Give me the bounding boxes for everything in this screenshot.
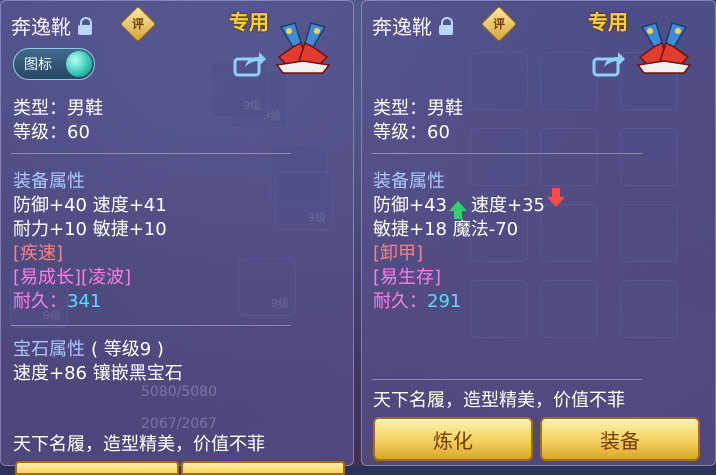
attr-line: 耐力+10 敏捷+10 — [13, 219, 167, 240]
item-tooltip-left: 奔逸靴 评 专用 图标 类型：男鞋 等级：60 装备属性 防御+40 速度+41… — [0, 0, 354, 475]
divider — [11, 325, 291, 326]
item-type: 类型：男鞋 — [13, 98, 103, 119]
bg-bar-text: 2067/2067 — [141, 416, 217, 432]
attr-line: 敏捷+18 魔法-70 — [373, 219, 519, 240]
gem-attr: 宝石属性 ( 等级9 ) — [13, 339, 164, 361]
defense-stat: 防御+43 — [373, 195, 447, 216]
item-level: 等级：60 — [373, 122, 450, 143]
rate-icon[interactable]: 评 — [480, 5, 518, 43]
button-partial[interactable] — [15, 461, 179, 475]
gem-level: ( 等级9 ) — [91, 339, 164, 360]
equip-attr-header: 装备属性 — [13, 171, 85, 192]
special-skill: [卸甲] — [373, 243, 424, 264]
toggle-knob — [66, 51, 92, 77]
special-effects: [易生存] — [373, 267, 442, 288]
divider — [11, 153, 291, 154]
refine-button[interactable]: 炼化 — [373, 417, 533, 461]
dedicated-badge: 专用 — [229, 10, 269, 34]
lock-icon — [438, 16, 454, 35]
share-icon[interactable] — [592, 51, 626, 77]
boots-icon — [275, 22, 331, 74]
durability-label: 耐久： — [13, 291, 67, 312]
button-partial[interactable] — [181, 461, 345, 475]
item-title: 奔逸靴 — [11, 11, 93, 40]
lock-icon — [77, 16, 93, 35]
item-type: 类型：男鞋 — [373, 98, 463, 119]
divider — [372, 379, 642, 380]
durability-value: 291 — [427, 291, 462, 312]
durability: 耐久：291 — [373, 291, 461, 313]
item-name: 奔逸靴 — [372, 15, 432, 39]
divider — [372, 153, 642, 154]
arrow-down-icon — [547, 188, 565, 207]
dedicated-badge: 专用 — [588, 10, 628, 34]
item-name: 奔逸靴 — [11, 15, 71, 39]
special-effects: [易成长][凌波] — [13, 267, 132, 288]
item-description: 天下名履，造型精美，价值不菲 — [373, 390, 625, 411]
item-description: 天下名履，造型精美，价值不菲 — [13, 434, 265, 455]
gem-attr-header: 宝石属性 — [13, 339, 85, 360]
attr-line: 防御+43 速度+35 — [373, 188, 567, 219]
durability-value: 341 — [67, 291, 102, 312]
item-tooltip-right: 奔逸靴 评 专用 类型：男鞋 等级：60 装备属性 防御+43 速度+35 敏捷+… — [361, 0, 716, 466]
toggle-label: 图标 — [24, 57, 52, 73]
durability-label: 耐久： — [373, 291, 427, 312]
item-title: 奔逸靴 — [372, 11, 454, 40]
item-level: 等级：60 — [13, 122, 90, 143]
icon-toggle[interactable]: 图标 — [13, 48, 95, 80]
equip-attr-header: 装备属性 — [373, 171, 445, 192]
rate-icon[interactable]: 评 — [119, 5, 157, 43]
speed-stat: 速度+35 — [471, 195, 545, 216]
durability: 耐久：341 — [13, 291, 101, 313]
attr-line: 防御+40 速度+41 — [13, 195, 167, 216]
special-skill: [疾速] — [13, 243, 64, 264]
boots-icon — [636, 22, 692, 74]
arrow-up-icon — [449, 201, 467, 219]
rate-label: 评 — [492, 17, 505, 31]
bg-bar-text: 5080/5080 — [141, 384, 217, 400]
share-icon[interactable] — [233, 51, 267, 77]
rate-label: 评 — [131, 17, 144, 31]
equip-button[interactable]: 装备 — [540, 417, 700, 461]
